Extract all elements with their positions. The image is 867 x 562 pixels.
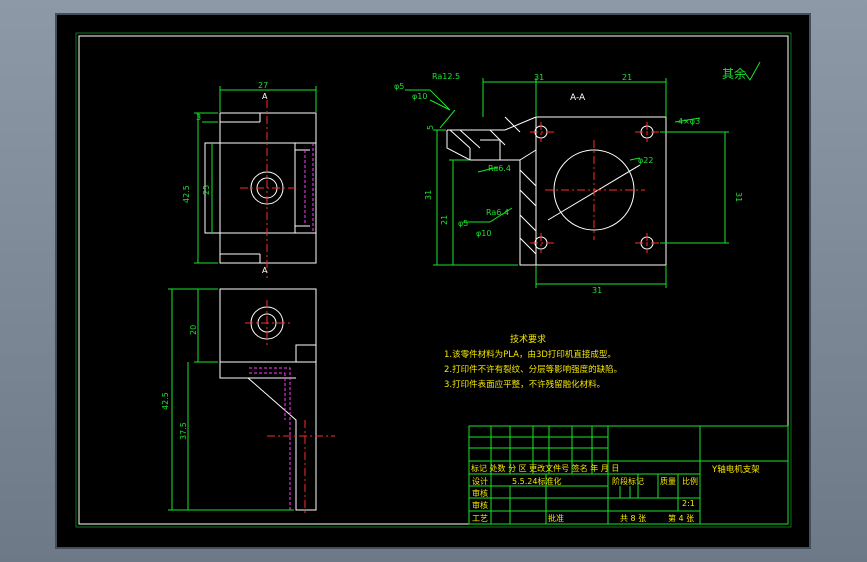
title-block [468,425,789,525]
tech-note-1: 1.该零件材料为PLA，由3D打印机直接成型。 [444,349,616,360]
dim-top-height: 42.5 [182,185,191,203]
scale-label: 比例 [682,476,698,486]
dim-sec-5: 5 [426,125,435,130]
designer-label: 设计 [472,476,488,486]
dim-phi10-bottom: φ10 [476,229,491,238]
top-view: A A [194,86,317,278]
dim-phi5-bottom: φ5 [458,219,468,228]
dim-sec-21a: 21 [622,73,632,82]
dim-top-3: 3 [196,113,201,122]
view-arrow-bottom: A [262,266,268,275]
dim-side-37: 37.5 [179,422,188,440]
check-label-2: 审核 [472,500,488,510]
dim-top-25: 25 [202,185,211,195]
dim-sec-31c: 31 [592,286,602,295]
ra-6-4-b: Ra6.4 [486,208,509,217]
tech-title: 技术要求 [510,333,546,345]
designer-info: 5.5.24标准化 [512,476,561,486]
dim-4-holes: 4×φ3 [678,117,700,126]
stage-label: 阶段标记 [612,476,644,486]
dim-sec-31d: 31 [734,192,743,202]
part-name: Y轴电机支架 [711,464,760,475]
view-arrow-top: A [262,92,268,101]
sheet-number: 第 4 张 [668,513,694,523]
dim-side-42: 42.5 [161,392,170,410]
section-label: A-A [570,93,586,103]
section-view [405,78,729,288]
remaining-finish: 其余 [722,66,746,81]
dim-side-20: 20 [189,325,198,335]
dim-phi5-top: φ5 [394,82,404,91]
check-label-1: 审核 [472,488,488,498]
tech-note-2: 2.打印件不许有裂纹、分层等影响强度的缺陷。 [444,364,622,375]
approve-label: 批准 [548,513,564,523]
process-label: 工艺 [472,514,488,523]
cad-drawing: A A 27 3 42.5 25 20 42.5 37.5 A-A 31 21 … [75,32,792,528]
weight-label: 质量 [660,476,676,486]
tech-note-3: 3.打印件表面应平整，不许残留融化材料。 [444,379,605,390]
side-view [168,288,335,515]
dim-top-width: 27 [258,81,268,90]
title-header-row: 标记 处数 分 区 更改文件号 签名 年 月 日 [471,463,619,473]
dim-sec-21b: 21 [440,215,449,225]
outer-border [78,35,789,525]
dim-phi22: φ22 [638,156,653,165]
border-shadow [75,32,792,528]
dim-phi10-top: φ10 [412,92,427,101]
dim-sec-31a: 31 [534,73,544,82]
sheets-total: 共 8 张 [620,514,646,523]
scale-value: 2:1 [682,499,695,508]
dim-sec-31b: 31 [424,190,433,200]
finish-symbol [744,61,761,81]
ra-6-4-a: Ra6.4 [488,164,511,173]
ra-12-5: Ra12.5 [432,72,460,81]
